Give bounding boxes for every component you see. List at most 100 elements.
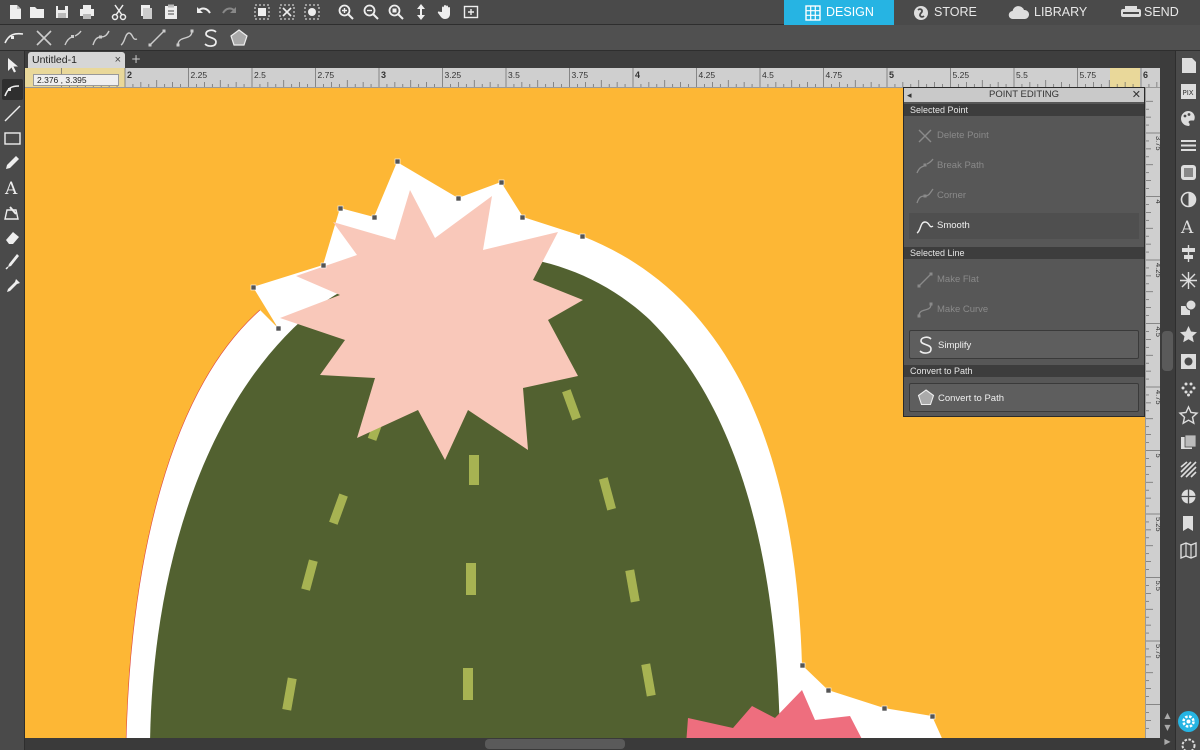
close-tab-icon[interactable]: × [115,52,121,68]
library-map-icon[interactable] [1178,540,1199,561]
print-icon[interactable] [78,3,96,21]
tab-send[interactable]: SEND [1106,0,1200,25]
path-point [519,214,526,221]
eraser-tool-icon[interactable] [2,226,23,247]
break-path-button[interactable]: Break Path [909,153,1139,179]
sketch-star-icon[interactable] [1178,405,1199,426]
pan-arrows-icon[interactable] [412,3,430,21]
copy-icon[interactable] [137,3,155,21]
break-path-icon[interactable] [62,27,84,49]
corner-icon[interactable] [90,27,112,49]
undo-icon[interactable] [195,3,213,21]
knife-tool-icon[interactable] [2,251,23,272]
path-point [250,284,257,291]
left-toolbox: A [0,51,25,750]
page-setup-icon[interactable] [1178,55,1199,76]
smooth-button[interactable]: Smooth [909,213,1139,239]
save-icon[interactable] [53,3,71,21]
line-tool-icon[interactable] [2,103,23,124]
panel-title: POINT EDITING [988,89,1060,100]
corner-icon [915,186,935,206]
warp-icon[interactable] [1178,459,1199,480]
edit-points-icon[interactable] [3,27,25,49]
replicate-icon[interactable] [1178,270,1199,291]
offset-icon[interactable] [1178,324,1199,345]
vertical-ruler: 3.7544.254.54.7555.255.55.75 [1145,88,1160,738]
make-flat-button[interactable]: Make Flat [909,267,1139,293]
open-folder-icon[interactable] [28,3,46,21]
select-by-color-icon[interactable] [303,3,321,21]
zoom-out-icon[interactable] [362,3,380,21]
convert-to-path-button[interactable]: Convert to Path [909,383,1139,412]
section-selected-line: Selected Line [904,247,1144,259]
tab-library[interactable]: LIBRARY [994,0,1106,25]
help-icon[interactable] [1178,735,1199,750]
fill-palette-icon[interactable] [1178,108,1199,129]
simplify-icon[interactable] [200,27,222,49]
document-tab[interactable]: Untitled-1 × [28,52,125,68]
rectangle-tool-icon[interactable] [2,128,23,149]
transparency-icon[interactable] [1178,189,1199,210]
simplify-button[interactable]: Simplify [909,330,1139,359]
make-curve-icon[interactable] [174,27,196,49]
ruler-label: 4.25 [699,70,716,80]
print-cut-icon[interactable] [1178,513,1199,534]
line-style-icon[interactable] [1178,135,1199,156]
zoom-in-icon[interactable] [337,3,355,21]
select-arrow-icon[interactable] [2,55,23,76]
close-icon[interactable]: ✕ [1132,88,1141,102]
rhinestone-icon[interactable] [1178,378,1199,399]
vertical-scroll-thumb[interactable] [1162,331,1173,371]
settings-gear-icon[interactable] [1178,711,1199,732]
delete-point-icon [915,126,935,146]
add-tab-icon[interactable]: + [129,53,143,67]
modify-icon[interactable] [1178,297,1199,318]
new-file-icon[interactable] [6,3,24,21]
panel-title-bar[interactable]: ◂ POINT EDITING ✕ [904,88,1144,102]
hand-pan-icon[interactable] [437,3,455,21]
layers-icon[interactable] [1178,432,1199,453]
make-flat-icon[interactable] [146,27,168,49]
smooth-label: Smooth [937,220,970,231]
ruler-label: 5.75 [1080,70,1097,80]
tab-design[interactable]: DESIGN [784,0,894,25]
scroll-down-arrow-icon[interactable]: ▼ [1162,723,1173,733]
add-page-icon[interactable] [462,3,480,21]
point-edit-tool-icon[interactable] [2,79,23,100]
delete-point-icon[interactable] [33,27,55,49]
align-icon[interactable] [1178,243,1199,264]
collapse-arrow-icon[interactable]: ◂ [907,88,912,102]
zoom-fit-icon[interactable] [387,3,405,21]
nesting-icon[interactable] [1178,486,1199,507]
corner-button[interactable]: Corner [909,183,1139,209]
make-flat-icon [915,270,935,290]
document-tab-label: Untitled-1 [32,54,77,66]
make-curve-button[interactable]: Make Curve [909,297,1139,323]
smooth-icon[interactable] [118,27,140,49]
redo-icon[interactable] [220,3,238,21]
ruler-label: 4.5 [762,70,774,80]
scroll-right-arrow-icon[interactable]: ▶ [1162,737,1173,747]
eyedropper-tool-icon[interactable] [2,276,23,297]
convert-to-path-icon[interactable] [228,27,250,49]
store-logo-icon [912,4,930,22]
text-style-icon[interactable]: A [1178,216,1199,237]
cut-icon[interactable] [110,3,128,21]
paste-icon[interactable] [162,3,180,21]
paint-tool-icon[interactable] [2,202,23,223]
scroll-up-arrow-icon[interactable]: ▲ [1162,711,1173,721]
deselect-icon[interactable] [278,3,296,21]
vertical-scrollbar[interactable]: ▲ ▼ ▶ [1160,51,1175,750]
trace-icon[interactable] [1178,351,1199,372]
tab-store[interactable]: STORE [894,0,994,25]
horizontal-scrollbar[interactable] [25,738,1145,750]
horizontal-scroll-thumb[interactable] [485,739,625,749]
delete-point-button[interactable]: Delete Point [909,123,1139,149]
select-all-icon[interactable] [253,3,271,21]
text-tool-icon[interactable]: A [2,177,23,198]
fill-pattern-icon[interactable] [1178,162,1199,183]
ruler-label: 4 [635,70,640,80]
tab-design-label: DESIGN [826,5,874,19]
pencil-tool-icon[interactable] [2,152,23,173]
pixscan-icon[interactable]: PIX [1178,81,1199,102]
